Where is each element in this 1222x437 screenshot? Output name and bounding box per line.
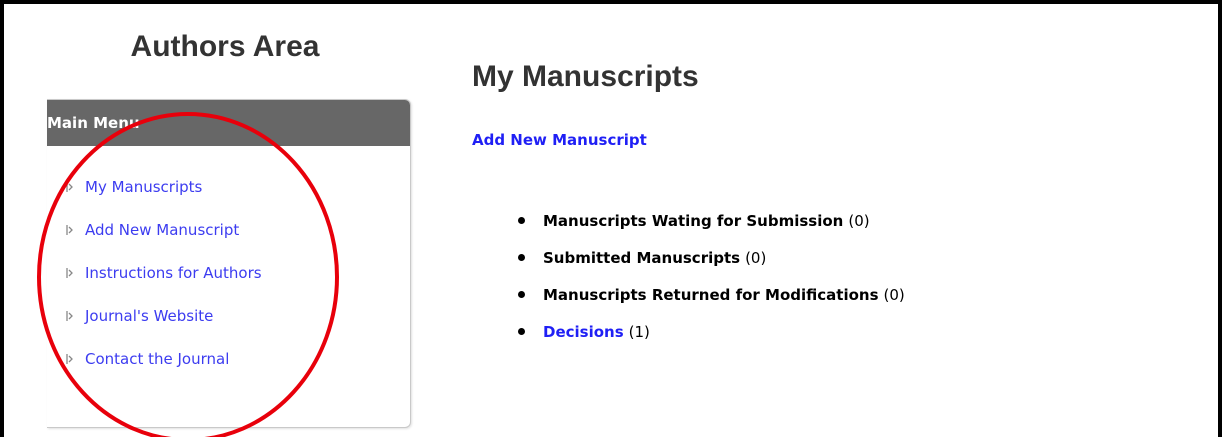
menu-bullet-icon <box>66 311 73 321</box>
sidebar-item-my-manuscripts[interactable]: My Manuscripts <box>65 176 202 198</box>
bullet-dot-icon <box>518 254 525 261</box>
status-item-returned: Manuscripts Returned for Modifications (… <box>518 276 905 313</box>
menu-bullet-icon <box>66 182 73 192</box>
status-count: (0) <box>745 248 767 267</box>
status-label: Submitted Manuscripts <box>543 248 741 267</box>
sidebar-item-label: Add New Manuscript <box>85 221 240 239</box>
menu-header-label: Main Menu <box>47 114 140 132</box>
status-count: (0) <box>848 211 870 230</box>
manuscript-status-list: Manuscripts Wating for Submission (0) Su… <box>518 202 905 350</box>
page-title: My Manuscripts <box>472 60 699 93</box>
menu-header: Main Menu <box>47 100 410 146</box>
sidebar-title: Authors Area <box>130 30 320 63</box>
sidebar-item-journals-website[interactable]: Journal's Website <box>65 305 213 327</box>
status-item-waiting: Manuscripts Wating for Submission (0) <box>518 202 905 239</box>
sidebar-item-label: Journal's Website <box>85 307 214 325</box>
sidebar-item-label: My Manuscripts <box>85 178 203 196</box>
sidebar-item-add-new-manuscript[interactable]: Add New Manuscript <box>65 219 239 241</box>
menu-bullet-icon <box>66 225 73 235</box>
main-menu-panel: Main Menu My Manuscripts Add New Manuscr… <box>47 99 411 428</box>
decisions-link[interactable]: Decisions <box>543 323 624 341</box>
menu-bullet-icon <box>66 354 73 364</box>
status-item-decisions[interactable]: Decisions (1) <box>518 313 905 350</box>
menu-bullet-icon <box>66 268 73 278</box>
sidebar-item-instructions-for-authors[interactable]: Instructions for Authors <box>65 262 262 284</box>
bullet-dot-icon <box>518 217 525 224</box>
status-count: (1) <box>628 322 650 341</box>
status-label: Manuscripts Returned for Modifications <box>543 285 879 304</box>
sidebar-item-contact-the-journal[interactable]: Contact the Journal <box>65 348 229 370</box>
status-label: Manuscripts Wating for Submission <box>543 211 844 230</box>
bullet-dot-icon <box>518 328 525 335</box>
add-new-manuscript-link[interactable]: Add New Manuscript <box>472 131 647 149</box>
sidebar-item-label: Instructions for Authors <box>85 264 262 282</box>
sidebar-item-label: Contact the Journal <box>85 350 230 368</box>
status-count: (0) <box>883 285 905 304</box>
bullet-dot-icon <box>518 291 525 298</box>
status-item-submitted: Submitted Manuscripts (0) <box>518 239 905 276</box>
